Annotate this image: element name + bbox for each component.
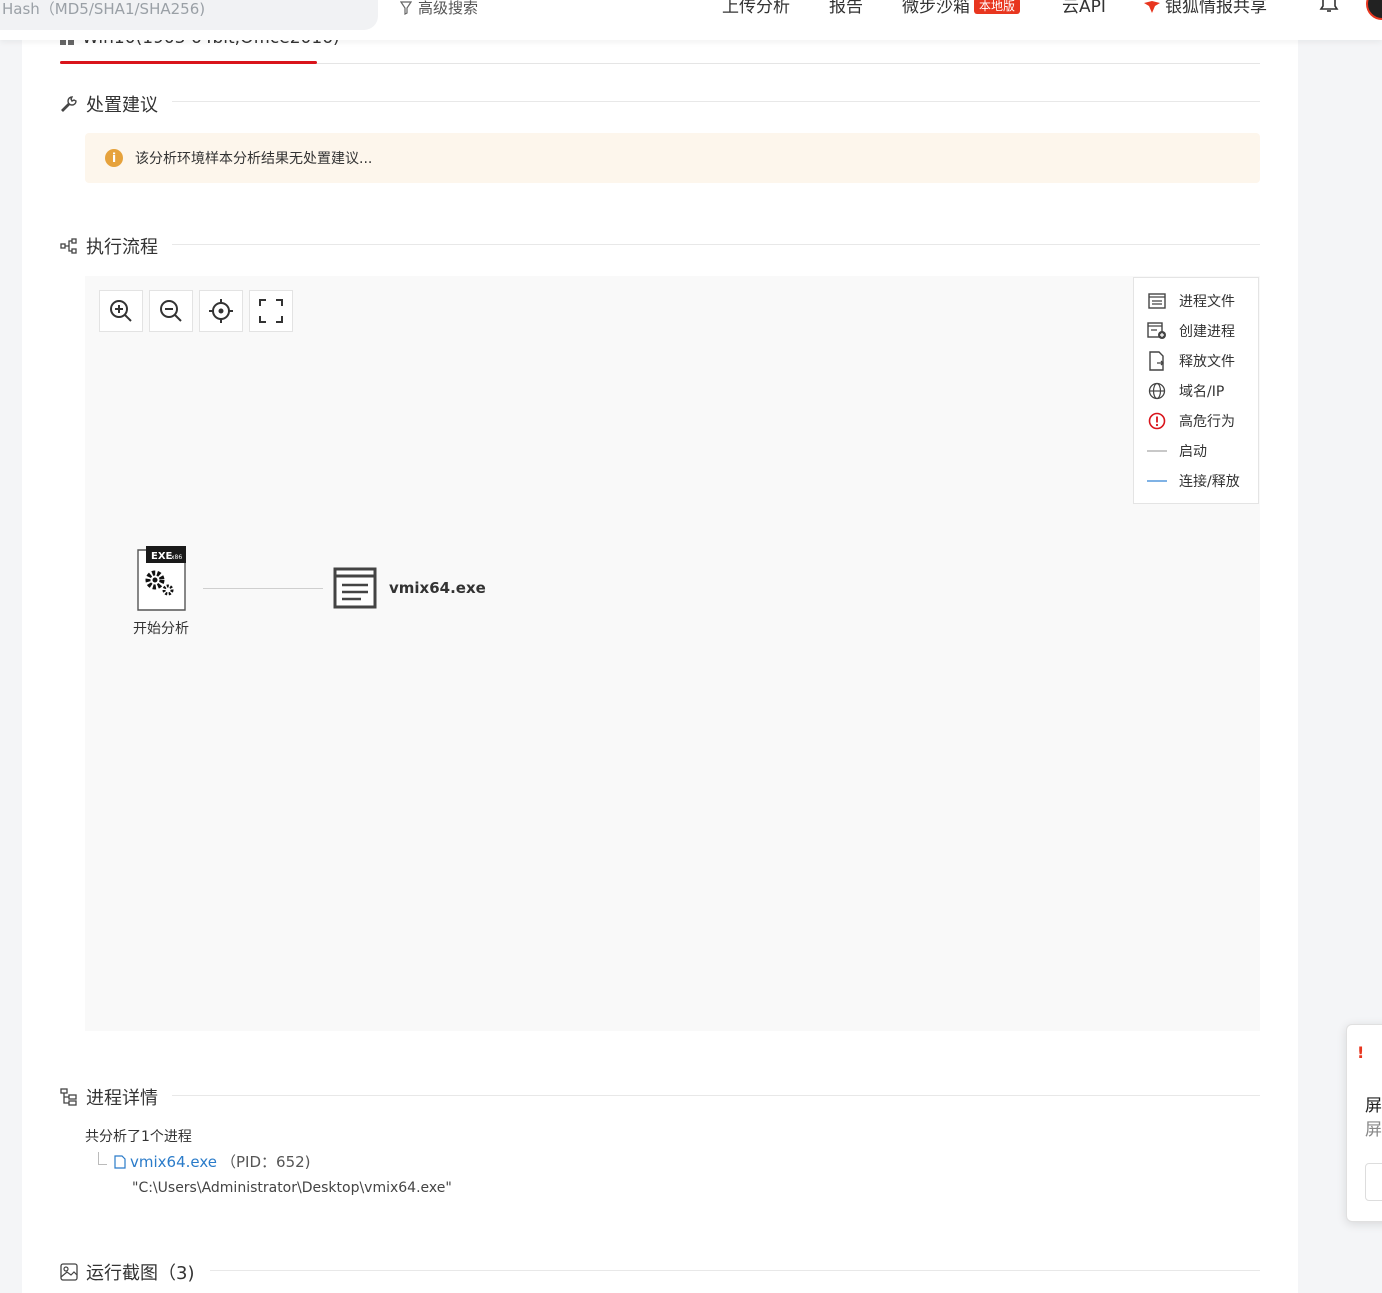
section-screenshots-title: 运行截图（3) <box>60 1259 194 1285</box>
graph-edge <box>203 588 323 589</box>
legend-start-line: 启动 <box>1147 441 1207 461</box>
exe-icon-sub: x86 <box>171 554 182 561</box>
legend-label: 启动 <box>1179 444 1207 460</box>
exe-icon-text: EXE <box>151 551 173 562</box>
screenshot-icon <box>60 1263 78 1281</box>
tree-icon <box>60 1088 77 1106</box>
legend-release-file: 释放文件 <box>1147 351 1235 371</box>
section-advice-title: 处置建议 <box>60 91 158 117</box>
section-process-title: 进程详情 <box>60 1084 158 1110</box>
fox-icon <box>1144 1 1160 13</box>
wrench-icon <box>61 96 77 112</box>
section-process-label: 进程详情 <box>86 1088 158 1109</box>
exe-file-icon: EXE x86 <box>137 546 186 611</box>
section-advice-label: 处置建议 <box>86 95 158 116</box>
zoom-out-icon <box>160 300 182 322</box>
top-navbar: Hash（MD5/SHA1/SHA256) 高级搜索 上传分析 报告 微步沙箱本… <box>0 0 1382 40</box>
section-flow-title: 执行流程 <box>60 233 158 259</box>
section-flow-label: 执行流程 <box>86 237 158 258</box>
advanced-search-link[interactable]: 高级搜索 <box>400 0 478 18</box>
popup-text-2: 屏 <box>1365 1120 1382 1140</box>
warning-mark: ! <box>1357 1043 1365 1062</box>
nav-intel-share-label: 银狐情报共享 <box>1165 0 1267 17</box>
zoom-in-button[interactable] <box>99 290 143 332</box>
avatar[interactable] <box>1366 0 1382 20</box>
nav-sandbox-label: 微步沙箱 <box>902 0 970 17</box>
process-node-label: vmix64.exe <box>389 579 486 597</box>
gray-line-swatch <box>1147 450 1167 452</box>
active-tab-indicator <box>60 61 317 64</box>
section-rule <box>210 1270 1260 1271</box>
process-name-link[interactable]: vmix64.exe <box>130 1153 217 1171</box>
section-rule <box>172 244 1260 245</box>
popup-text-1: 屏 <box>1365 1096 1382 1116</box>
section-rule <box>172 101 1260 102</box>
legend-domain-ip: 域名/IP <box>1147 381 1224 401</box>
alert-icon <box>1148 412 1166 430</box>
process-file-icon <box>333 567 377 609</box>
process-row: vmix64.exe （PID：652) <box>114 1151 311 1172</box>
advanced-search-label: 高级搜索 <box>418 0 479 17</box>
legend-label: 创建进程 <box>1179 324 1235 340</box>
search-placeholder: Hash（MD5/SHA1/SHA256) <box>2 0 206 18</box>
report-card: Win10(1903 64bit,Office2016) 处置建议 i 该分析环… <box>22 0 1298 1293</box>
advice-notice-text: 该分析环境样本分析结果无处置建议... <box>135 151 373 167</box>
search-input[interactable]: Hash（MD5/SHA1/SHA256) <box>0 0 378 30</box>
start-node[interactable]: EXE x86 <box>135 544 187 612</box>
nav-sandbox[interactable]: 微步沙箱 本地版 <box>902 0 1021 18</box>
notification-popup[interactable]: ! 屏 屏 <box>1346 1024 1382 1222</box>
fullscreen-button[interactable] <box>249 290 293 332</box>
bell-icon[interactable] <box>1318 0 1340 14</box>
flow-icon <box>60 238 77 254</box>
nav-reports[interactable]: 报告 <box>829 0 863 18</box>
legend-label: 连接/释放 <box>1179 474 1240 490</box>
legend-label: 域名/IP <box>1179 384 1225 400</box>
process-node[interactable] <box>333 566 377 610</box>
nav-upload-analysis[interactable]: 上传分析 <box>722 0 790 18</box>
legend-high-risk: 高危行为 <box>1147 411 1235 431</box>
legend-create-process: 创建进程 <box>1147 321 1235 341</box>
filter-icon <box>400 0 412 15</box>
process-pid: （PID：652) <box>221 1153 311 1171</box>
legend-process-file: 进程文件 <box>1147 291 1235 311</box>
popup-button[interactable] <box>1365 1163 1382 1201</box>
section-rule <box>172 1095 1260 1096</box>
section-screenshots-label: 运行截图（3) <box>86 1263 195 1284</box>
process-command-line: "C:\Users\Administrator\Desktop\vmix64.e… <box>132 1180 452 1196</box>
local-version-badge: 本地版 <box>974 0 1021 14</box>
center-button[interactable] <box>199 290 243 332</box>
release-file-icon <box>1149 351 1164 371</box>
zoom-out-button[interactable] <box>149 290 193 332</box>
locate-icon <box>209 299 233 323</box>
legend-label: 释放文件 <box>1179 354 1235 370</box>
start-node-label: 开始分析 <box>133 621 189 637</box>
tree-connector <box>98 1152 107 1165</box>
nav-intel-share[interactable]: 银狐情报共享 <box>1143 0 1267 18</box>
file-icon <box>114 1154 126 1169</box>
process-summary: 共分析了1个进程 <box>85 1129 192 1145</box>
nav-cloud-api[interactable]: 云API <box>1062 0 1106 18</box>
fullscreen-icon <box>259 299 283 323</box>
create-process-icon <box>1147 322 1166 339</box>
info-icon: i <box>105 149 123 167</box>
graph-legend: 进程文件 创建进程 释放文件 域名/IP 高危行为 启动 连接/释放 <box>1133 277 1259 504</box>
blue-line-swatch <box>1147 480 1167 482</box>
advice-notice: i 该分析环境样本分析结果无处置建议... <box>85 133 1260 183</box>
process-file-icon <box>1148 293 1166 309</box>
execution-flow-graph[interactable]: 进程文件 创建进程 释放文件 域名/IP 高危行为 启动 连接/释放 EXE x… <box>85 276 1260 1031</box>
legend-label: 进程文件 <box>1179 294 1235 310</box>
legend-connect-line: 连接/释放 <box>1147 471 1240 491</box>
zoom-in-icon <box>110 300 132 322</box>
globe-icon <box>1148 382 1166 400</box>
legend-label: 高危行为 <box>1179 414 1235 430</box>
